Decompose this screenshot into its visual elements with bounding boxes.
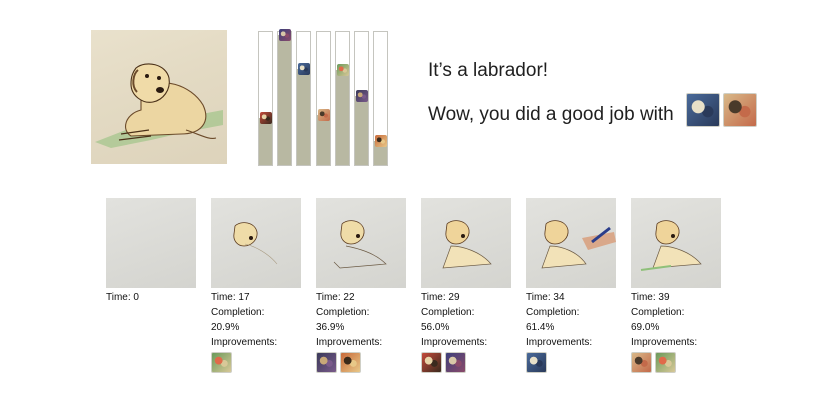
dog-thumbnail-icon — [723, 93, 757, 127]
frame-time: Time: 39 — [631, 292, 670, 303]
frame-completion-value: 69.0% — [631, 322, 660, 333]
frame-time: Time: 29 — [421, 292, 460, 303]
dog-thumbnail-icon — [445, 352, 466, 373]
frame-snapshot — [211, 198, 301, 288]
frame-completion-label: Completion: — [421, 307, 475, 318]
dog-thumbnail-icon — [421, 352, 442, 373]
dog-thumbnail-icon — [374, 135, 387, 147]
timeline-frame: Time: 22 Completion: 36.9% Improvements: — [316, 198, 406, 374]
good-job-message: Wow, you did a good job with — [428, 104, 674, 125]
confidence-bar — [296, 31, 311, 166]
dog-thumbnail-icon — [655, 352, 676, 373]
dog-thumbnail-icon — [259, 112, 272, 124]
frame-completion-label: Completion: — [316, 307, 370, 318]
dog-thumbnail-icon — [631, 352, 652, 373]
frame-completion-label: Completion: — [526, 307, 580, 318]
confidence-bar — [354, 31, 369, 166]
frame-snapshot — [631, 198, 721, 288]
timeline-frame: Time: 34 Completion: 61.4% Improvements: — [526, 198, 616, 374]
frame-snapshot — [316, 198, 406, 288]
dog-thumbnail-icon — [316, 352, 337, 373]
frame-completion-value: 56.0% — [421, 322, 450, 333]
confidence-bar — [277, 29, 292, 166]
frame-time: Time: 34 — [526, 292, 565, 303]
frame-improvements-label: Improvements: — [211, 337, 278, 348]
frame-improvements-label: Improvements: — [316, 337, 383, 348]
timeline-frame: Time: 0 — [106, 198, 196, 305]
dog-thumbnail-icon — [211, 352, 232, 373]
frame-snapshot — [106, 198, 196, 288]
dog-thumbnail-icon — [317, 109, 330, 121]
confidence-bars — [258, 29, 390, 166]
result-headline: It’s a labrador! — [428, 60, 549, 81]
frame-snapshot — [526, 198, 616, 288]
confidence-bar — [316, 31, 331, 166]
dog-thumbnail-icon — [686, 93, 720, 127]
dog-thumbnail-icon — [297, 63, 310, 75]
good-job-thumbnails — [686, 93, 760, 132]
frame-snapshot — [421, 198, 511, 288]
frame-completion-value: 20.9% — [211, 322, 240, 333]
frame-time: Time: 17 — [211, 292, 250, 303]
confidence-bar — [335, 31, 350, 166]
dog-thumbnail-icon — [526, 352, 547, 373]
dog-thumbnail-icon — [355, 90, 368, 102]
frame-completion-label: Completion: — [631, 307, 685, 318]
frame-completion-label: Completion: — [211, 307, 265, 318]
frame-time: Time: 22 — [316, 292, 355, 303]
frame-improvements-label: Improvements: — [631, 337, 698, 348]
dog-thumbnail-icon — [278, 29, 291, 41]
dog-thumbnail-icon — [336, 64, 349, 76]
frame-time: Time: 0 — [106, 292, 139, 303]
frame-improvements-label: Improvements: — [526, 337, 593, 348]
labrador-painting — [91, 30, 227, 164]
frame-completion-value: 61.4% — [526, 322, 555, 333]
frame-completion-value: 36.9% — [316, 322, 345, 333]
timeline-frame: Time: 17 Completion: 20.9% Improvements: — [211, 198, 301, 374]
timeline-frame: Time: 29 Completion: 56.0% Improvements: — [421, 198, 511, 374]
dog-thumbnail-icon — [340, 352, 361, 373]
confidence-bar — [258, 31, 273, 166]
confidence-bar — [373, 31, 388, 166]
timeline-frame: Time: 39 Completion: 69.0% Improvements: — [631, 198, 721, 374]
frame-improvements-label: Improvements: — [421, 337, 488, 348]
